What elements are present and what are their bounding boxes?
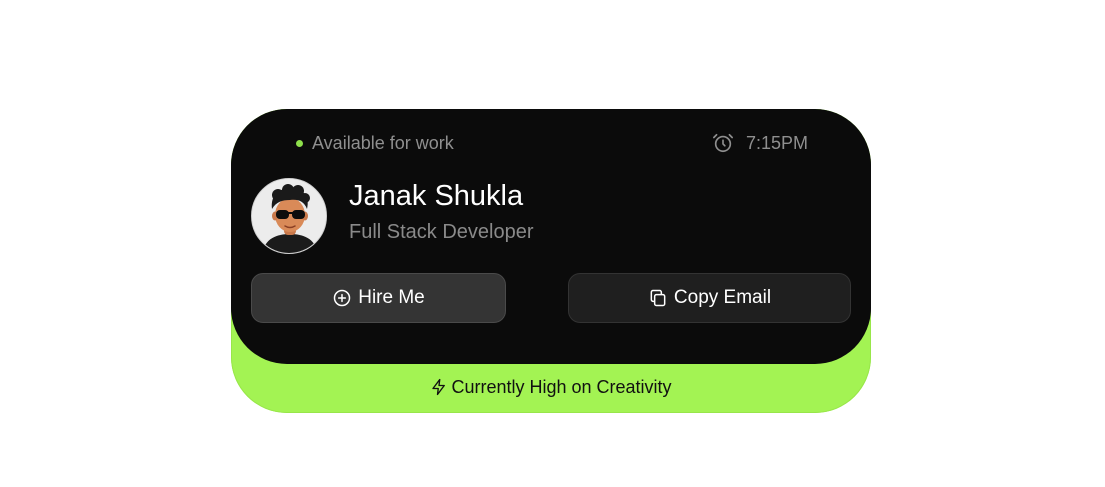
time-label: 7:15PM bbox=[745, 132, 808, 153]
hire-me-button[interactable]: Hire Me bbox=[251, 273, 506, 323]
creativity-label: Currently High on Creativity bbox=[451, 376, 672, 397]
local-time: 7:15PM bbox=[712, 130, 808, 156]
copy-icon bbox=[650, 289, 666, 307]
alarm-clock-icon bbox=[712, 133, 733, 153]
creativity-status: Currently High on Creativity bbox=[231, 362, 871, 412]
availability-status: Available for work bbox=[296, 130, 454, 156]
profile-role: Full Stack Developer bbox=[349, 221, 534, 243]
availability-label: Available for work bbox=[312, 132, 454, 153]
plus-circle-icon bbox=[333, 289, 351, 307]
copy-email-label: Copy Email bbox=[673, 287, 772, 308]
lightning-bolt-icon bbox=[432, 378, 446, 396]
avatar-character-icon bbox=[252, 179, 326, 253]
hire-me-label: Hire Me bbox=[358, 287, 425, 308]
avatar bbox=[251, 178, 327, 254]
copy-email-button[interactable]: Copy Email bbox=[568, 273, 851, 323]
profile-name: Janak Shukla bbox=[349, 180, 524, 212]
status-dot-icon bbox=[296, 139, 303, 147]
profile-widget: Available for work 7:15PM Janak Shukla F… bbox=[0, 0, 1105, 487]
